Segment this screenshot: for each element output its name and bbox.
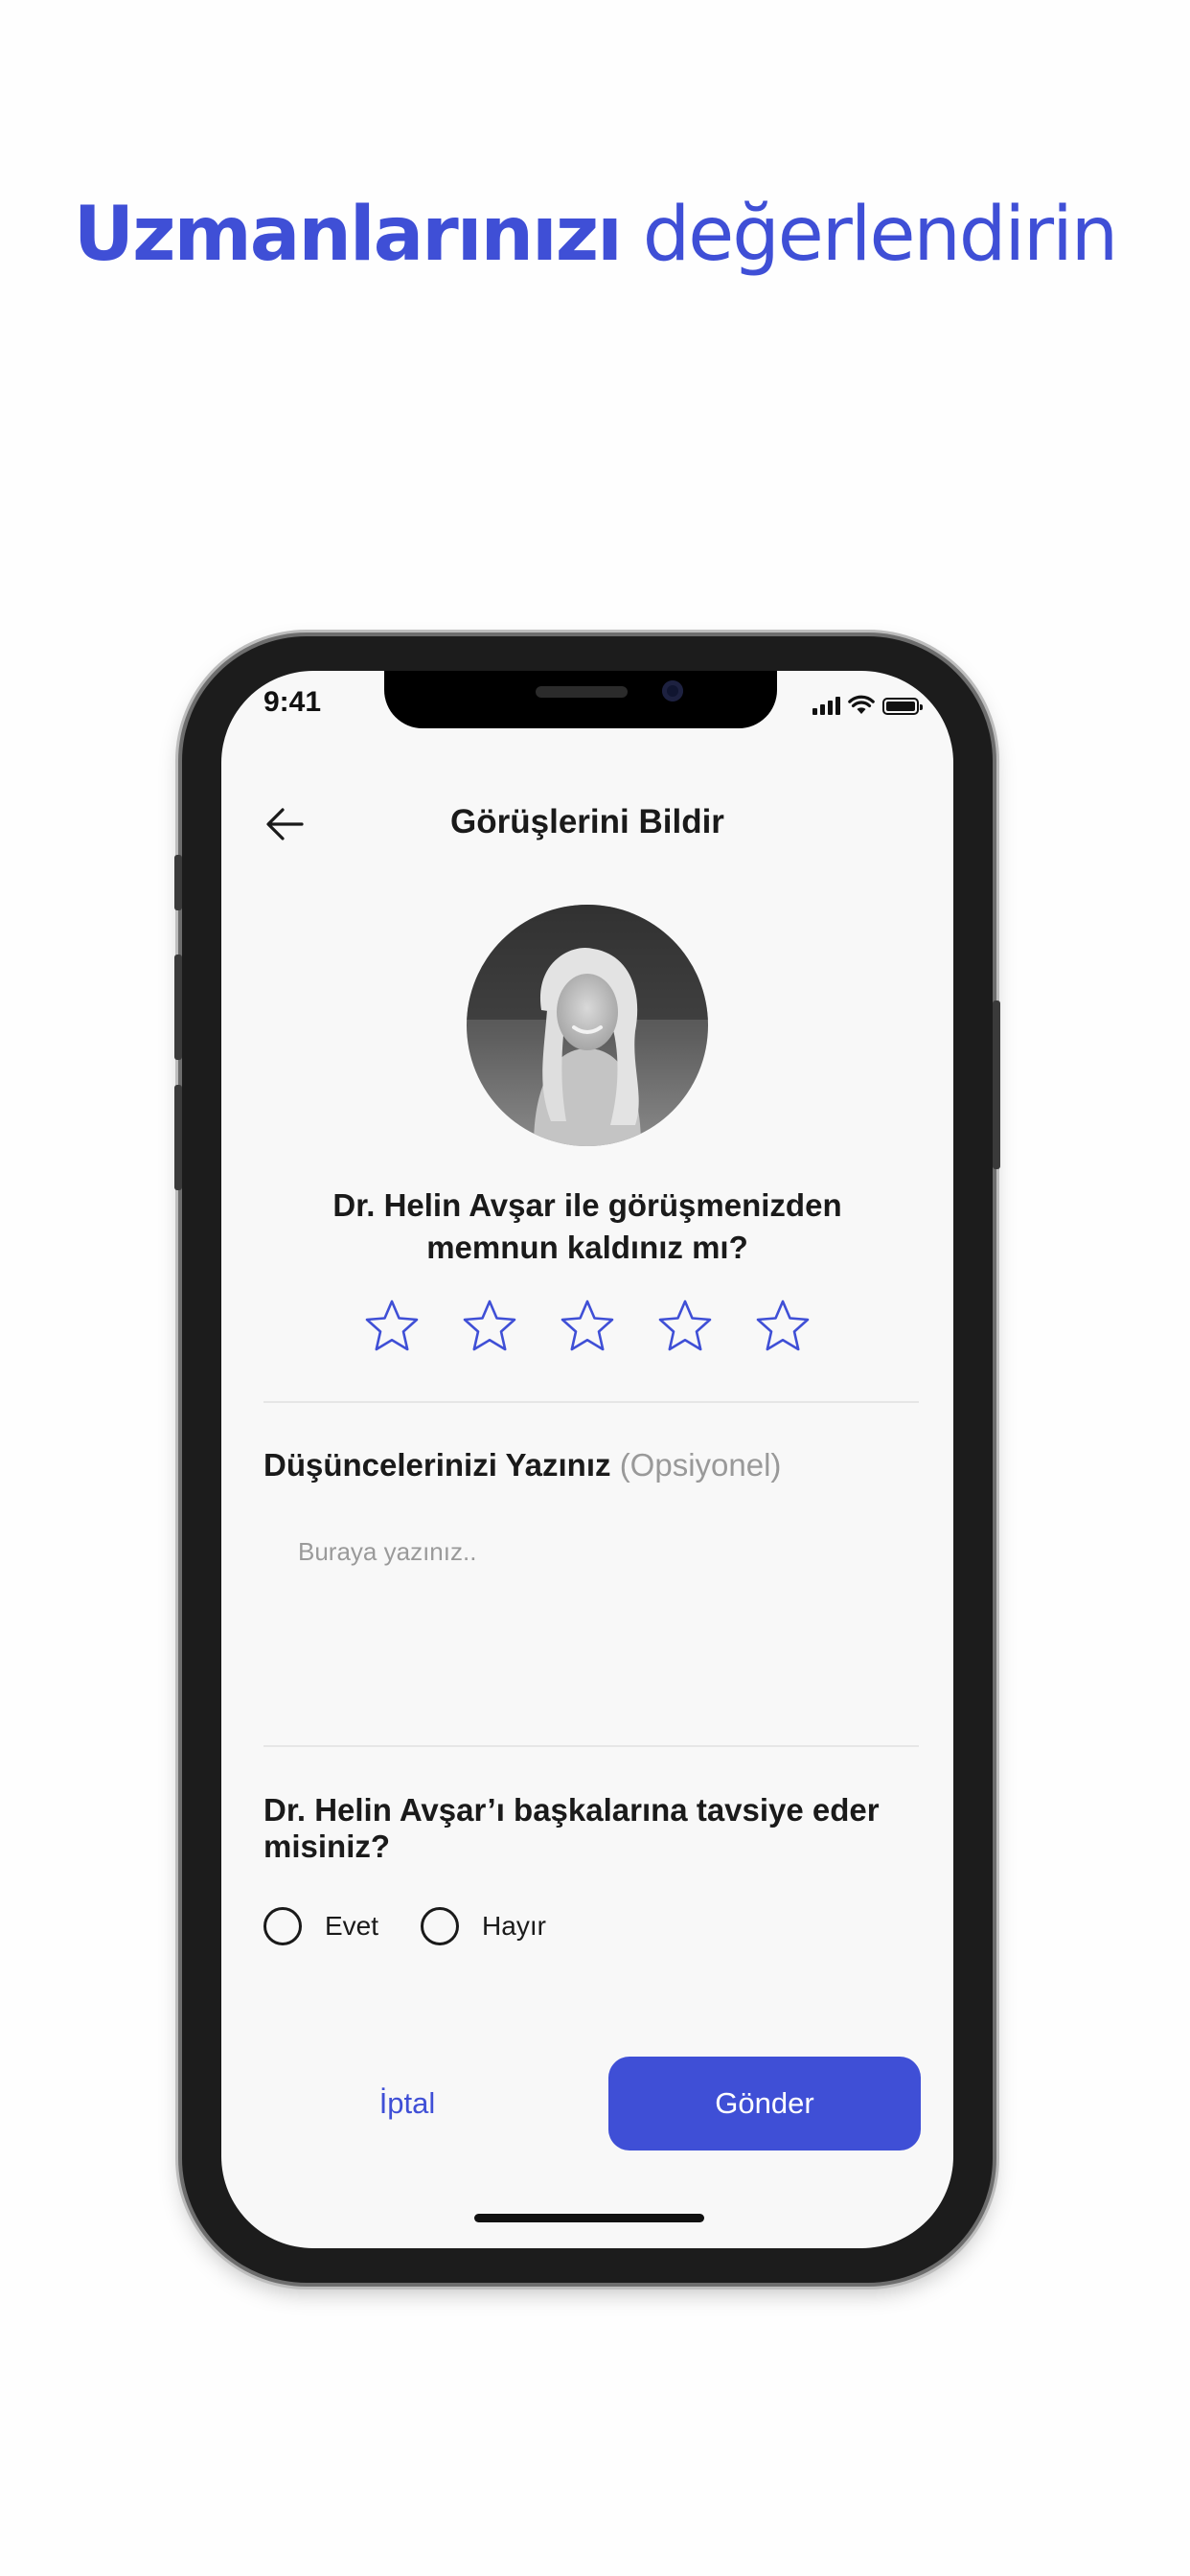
feedback-label-text: Düşüncelerinizi Yazınız xyxy=(263,1447,611,1483)
headline-light: değerlendirin xyxy=(642,192,1119,278)
front-camera xyxy=(662,680,683,702)
radio-option-no[interactable]: Hayır xyxy=(421,1907,546,1945)
notch xyxy=(384,671,777,728)
divider xyxy=(263,1401,919,1403)
radio-button[interactable] xyxy=(263,1907,302,1945)
rating-question: Dr. Helin Avşar ile görüşmenizden memnun… xyxy=(260,1184,915,1269)
phone-volume-down-button xyxy=(174,1085,182,1190)
radio-button[interactable] xyxy=(421,1907,460,1945)
cellular-signal-icon xyxy=(812,696,840,715)
star-rating xyxy=(363,1298,812,1355)
wifi-icon xyxy=(848,695,875,714)
status-time: 9:41 xyxy=(263,686,322,718)
speaker-grille xyxy=(536,686,628,698)
radio-option-yes[interactable]: Evet xyxy=(263,1907,378,1945)
star-icon[interactable] xyxy=(559,1298,616,1355)
phone-power-button xyxy=(993,1000,1000,1169)
radio-label-no: Hayır xyxy=(482,1911,546,1941)
phone-volume-up-button xyxy=(174,954,182,1060)
battery-icon xyxy=(882,698,923,715)
nav-bar: Görüşlerini Bildir xyxy=(221,795,953,853)
cancel-button[interactable]: İptal xyxy=(263,2057,551,2150)
avatar xyxy=(467,905,708,1146)
radio-label-yes: Evet xyxy=(325,1911,379,1941)
rating-question-line2: memnun kaldınız mı? xyxy=(426,1230,748,1265)
headline-bold: Uzmanlarınızı xyxy=(73,192,623,278)
recommend-question: Dr. Helin Avşar’ı başkalarına tavsiye ed… xyxy=(263,1792,880,1864)
submit-button[interactable]: Gönder xyxy=(608,2057,921,2150)
star-icon[interactable] xyxy=(754,1298,812,1355)
app-screen: 9:41 Görüşlerini Bildir Dr. Helin Avşar … xyxy=(221,671,953,2248)
rating-question-line1: Dr. Helin Avşar ile görüşmenizden xyxy=(332,1187,842,1223)
home-indicator[interactable] xyxy=(474,2214,704,2222)
feedback-textarea[interactable] xyxy=(263,1514,919,1696)
optional-tag: (Opsiyonel) xyxy=(619,1447,782,1483)
star-icon[interactable] xyxy=(461,1298,518,1355)
status-icons xyxy=(812,694,923,715)
star-icon[interactable] xyxy=(363,1298,421,1355)
promo-headline: Uzmanlarınızı değerlendirin xyxy=(0,192,1190,278)
feedback-label: Düşüncelerinizi Yazınız (Opsiyonel) xyxy=(263,1447,781,1484)
star-icon[interactable] xyxy=(656,1298,714,1355)
recommend-radio-group: Evet Hayır xyxy=(263,1904,588,1948)
phone-mockup: 9:41 Görüşlerini Bildir Dr. Helin Avşar … xyxy=(174,636,1000,2283)
phone-side-button xyxy=(174,855,182,910)
divider xyxy=(263,1745,919,1747)
page-title: Görüşlerini Bildir xyxy=(450,803,724,840)
